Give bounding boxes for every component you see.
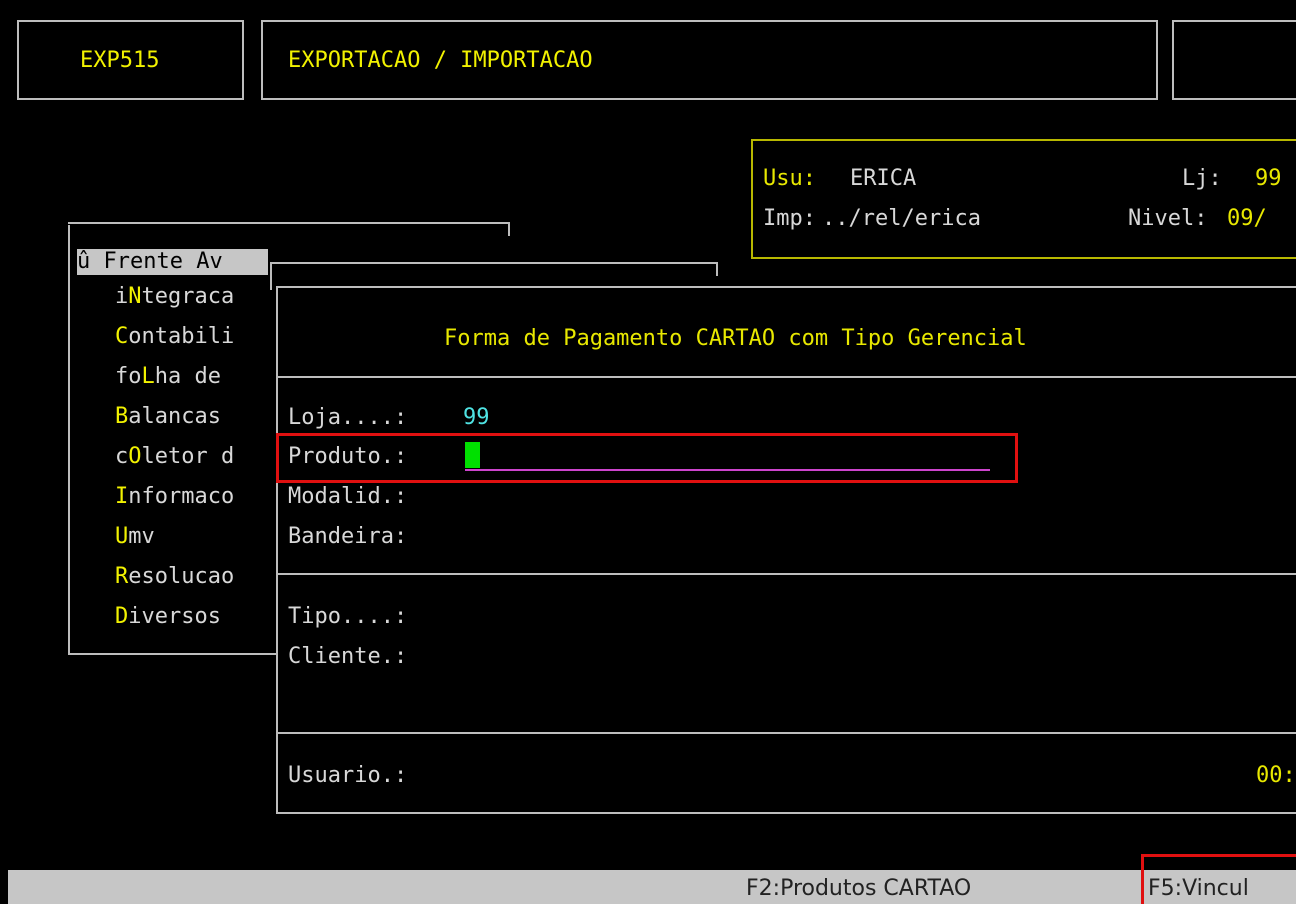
cliente-label: Cliente.: [288, 644, 408, 669]
menu-item-text: letor d [141, 444, 235, 469]
loja-label: Loja....: [288, 405, 408, 430]
menu-item-text: alancas [128, 404, 221, 429]
main-menu-top-border [68, 222, 510, 224]
menu-item[interactable]: Balancas [115, 404, 221, 430]
modalidade-label: Modalid.: [288, 484, 408, 509]
menu-item-text: nformaco [128, 484, 235, 509]
program-title: EXPORTACAO / IMPORTACAO [288, 48, 593, 73]
menu-item-hotkey: O [128, 444, 142, 469]
menu-item-hotkey: N [128, 284, 142, 309]
submenu-left-border [270, 262, 272, 290]
menu-item[interactable]: Contabili [115, 324, 234, 350]
menu-item[interactable]: Umv [115, 524, 155, 550]
printer-label: Imp: [763, 206, 816, 231]
submenu-top-border [270, 262, 718, 264]
menu-item-hotkey: I [115, 484, 129, 509]
program-code: EXP515 [80, 48, 160, 73]
menu-item-hotkey: B [115, 404, 129, 429]
dialog-divider [276, 376, 1296, 378]
menu-item-text: ha de [154, 364, 221, 389]
usuario-time: 00: [1256, 763, 1296, 788]
user-value: ERICA [850, 166, 917, 191]
bandeira-label: Bandeira: [288, 524, 408, 549]
menu-item-text: c [115, 444, 129, 469]
loja-value: 99 [463, 405, 490, 430]
level-label: Nivel: [1128, 206, 1208, 231]
menu-item-text: iversos [128, 604, 221, 629]
menu-item-text: ontabili [128, 324, 235, 349]
menu-item[interactable]: Resolucao [115, 564, 234, 590]
menu-item-text: mv [128, 524, 155, 549]
dialog-divider [276, 732, 1296, 734]
menu-item-text: fo [115, 364, 142, 389]
store-value: 99 [1255, 166, 1282, 191]
menu-item[interactable]: cOletor d [115, 444, 234, 470]
status-bar: F2:Produtos CARTAO F5:Vincul [8, 870, 1296, 904]
usuario-label: Usuario.: [288, 763, 408, 788]
menu-item-text: i [115, 284, 129, 309]
menu-item[interactable]: iNtegraca [115, 284, 234, 310]
submenu-corner [716, 262, 718, 276]
menu-item-hotkey: U [115, 524, 129, 549]
f5-highlight-box [1141, 854, 1296, 904]
user-info-box [751, 139, 1296, 259]
menu-item-text: tegraca [141, 284, 235, 309]
menu-item-hotkey: D [115, 604, 129, 629]
menu-item-hotkey: R [115, 564, 129, 589]
dialog-divider [276, 573, 1296, 575]
printer-value: ../rel/erica [822, 206, 981, 231]
menu-item[interactable]: foLha de [115, 364, 221, 390]
menu-item[interactable]: Diversos [115, 604, 221, 630]
menu-item-text: esolucao [128, 564, 235, 589]
main-menu-corner [508, 222, 510, 236]
menu-item-frente-av[interactable]: û Frente Av [77, 249, 268, 275]
menu-item-hotkey: L [141, 364, 155, 389]
menu-item-hotkey: C [115, 324, 129, 349]
tipo-label: Tipo....: [288, 604, 408, 629]
produto-highlight-box [276, 433, 1018, 483]
user-label: Usu: [763, 166, 816, 191]
store-label: Lj: [1182, 166, 1222, 191]
menu-item[interactable]: Informaco [115, 484, 234, 510]
level-value: 09/ [1227, 206, 1267, 231]
f2-produtos-shortcut[interactable]: F2:Produtos CARTAO [746, 872, 971, 904]
dialog-title: Forma de Pagamento CARTAO com Tipo Geren… [444, 326, 1027, 351]
payment-dialog [276, 286, 1296, 814]
header-right-box [1172, 20, 1296, 100]
